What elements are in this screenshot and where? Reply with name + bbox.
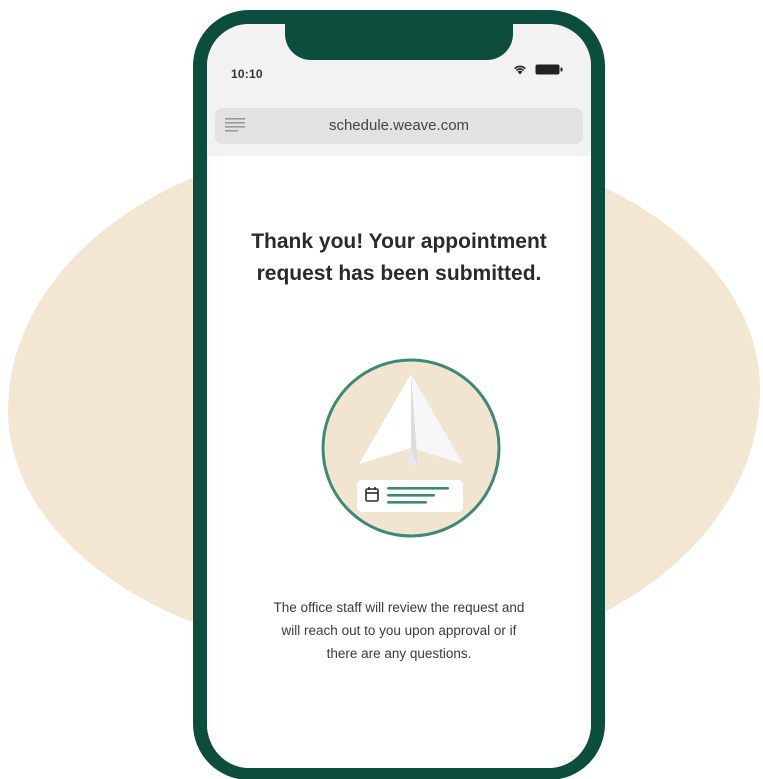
phone-notch bbox=[285, 24, 513, 60]
confirmation-body: The office staff will review the request… bbox=[273, 600, 525, 661]
stage: 10:10 schedule.weave.com Thank you! Your… bbox=[0, 0, 763, 779]
appointment-card bbox=[357, 480, 463, 512]
paper-airplane-icon bbox=[321, 358, 501, 538]
confirmation-headline: Thank you! Your appointment request has … bbox=[251, 230, 547, 285]
status-icons bbox=[513, 64, 563, 75]
phone-frame: 10:10 schedule.weave.com Thank you! Your… bbox=[193, 10, 605, 779]
status-time: 10:10 bbox=[231, 67, 263, 81]
confirmation-content: Thank you! Your appointment request has … bbox=[207, 156, 591, 768]
wifi-icon bbox=[514, 65, 526, 75]
url-text[interactable]: schedule.weave.com bbox=[215, 117, 583, 134]
url-bar[interactable]: schedule.weave.com bbox=[215, 108, 583, 144]
battery-icon bbox=[535, 64, 563, 75]
